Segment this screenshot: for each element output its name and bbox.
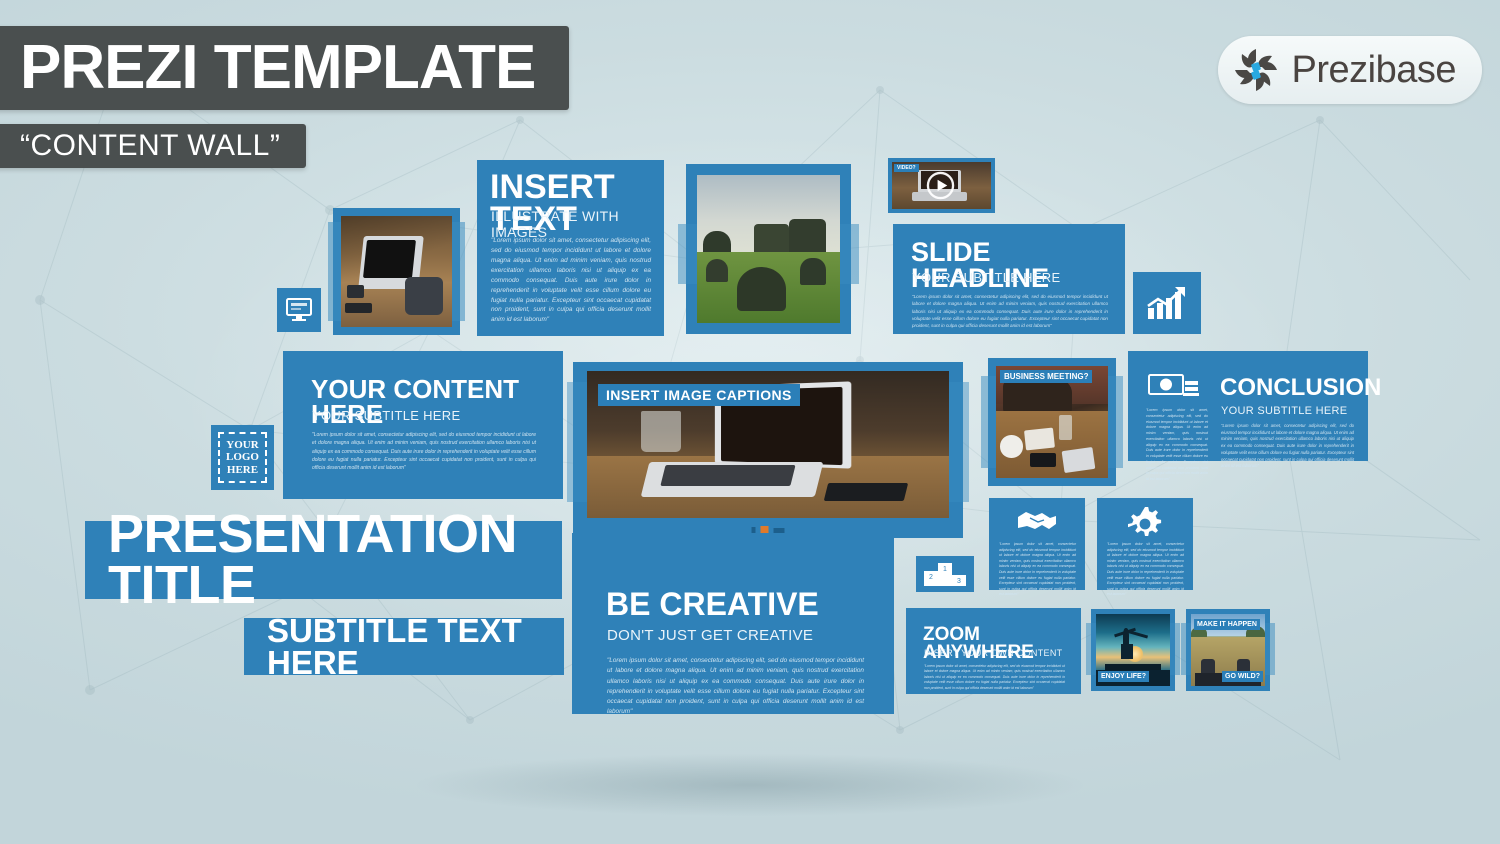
play-button-icon[interactable] [926, 171, 955, 200]
zoom-anywhere-body: "Lorem ipsum dolor sit amet, consectetur… [924, 664, 1065, 690]
zoom-anywhere-panel[interactable]: ZOOM ANYWHERE INSERT YOUR OWN CONTENT "L… [906, 608, 1081, 694]
growth-chart-icon [1147, 287, 1185, 319]
conclusion-panel[interactable]: CONCLUSION YOUR SUBTITLE HERE "Lorem ips… [1128, 351, 1381, 481]
insert-text-body: "Lorem ipsum dolor sit amet, consectetur… [491, 237, 651, 324]
be-creative-panel[interactable]: BE CREATIVE DON'T JUST GET CREATIVE "Lor… [572, 533, 894, 715]
stone-photo [697, 175, 840, 323]
video-thumbnail-frame[interactable]: VIDEO? [888, 158, 995, 213]
gear-icon [1128, 507, 1162, 536]
business-meeting-caption: BUSINESS MEETING? [1000, 370, 1093, 383]
your-content-subtitle: YOUR SUBTITLE HERE [312, 408, 461, 423]
page-title: PREZI TEMPLATE [0, 26, 570, 110]
image-caption-overlay: INSERT IMAGE CAPTIONS [598, 384, 800, 406]
page-subtitle-text: “CONTENT WALL” [20, 129, 281, 162]
prezibase-logo[interactable]: Prezibase [1217, 36, 1482, 104]
logo-placeholder-line1: YOUR [226, 439, 259, 452]
prezibase-wordmark: Prezibase [1291, 48, 1457, 92]
handshake-icon [1018, 512, 1056, 529]
page-subtitle: “CONTENT WALL” [0, 124, 307, 168]
gear-card[interactable]: "Lorem ipsum dolor sit amet, consectetur… [1097, 498, 1193, 596]
be-creative-subtitle: DON'T JUST GET CREATIVE [607, 627, 814, 644]
be-creative-body: "Lorem ipsum dolor sit amet, consectetur… [607, 657, 864, 716]
logo-placeholder-box: YOUR LOGO HERE [218, 432, 267, 483]
desk-photo [341, 216, 452, 327]
handshake-card[interactable]: "Lorem ipsum dolor sit amet, consectetur… [989, 498, 1085, 596]
business-meeting-frame: BUSINESS MEETING? [981, 358, 1123, 486]
conclusion-side-body: "Lorem ipsum dolor sit amet, consectetur… [1146, 408, 1208, 481]
presentation-title-panel[interactable]: PRESENTATION TITLE [85, 507, 562, 612]
podium-card[interactable]: 1 2 3 [916, 556, 974, 592]
conclusion-body: "Lorem ipsum dolor sit amet, consectetur… [1221, 423, 1354, 469]
be-creative-title: BE CREATIVE [606, 586, 819, 622]
insert-text-panel[interactable]: INSERT TEXT ILLUSTRATE WITH IMAGES "Lore… [477, 160, 664, 336]
handshake-body: "Lorem ipsum dolor sit amet, consectetur… [999, 542, 1076, 597]
logo-placeholder-card[interactable]: YOUR LOGO HERE [211, 425, 274, 490]
logo-placeholder-line3: HERE [226, 463, 259, 476]
laptop-slide-frame[interactable]: INSERT IMAGE CAPTIONS [567, 362, 969, 538]
growth-chart-card[interactable] [1133, 272, 1201, 334]
enjoy-life-caption: ENJOY LIFE? [1098, 671, 1149, 682]
slide-headline-panel[interactable]: SLIDE HEADLINE YOUR SUBTITLE HERE "Lorem… [893, 224, 1125, 334]
video-caption: VIDEO? [894, 164, 919, 172]
monitor-icon-card[interactable] [277, 288, 321, 332]
money-cash-icon [1148, 374, 1199, 396]
zoom-anywhere-subtitle: INSERT YOUR OWN CONTENT [924, 648, 1063, 658]
logo-placeholder-line2: LOGO [225, 451, 259, 464]
slide-headline-body: "Lorem ipsum dolor sit amet, consectetur… [912, 294, 1108, 329]
enjoy-life-frame: ENJOY LIFE? [1086, 609, 1180, 691]
desk-photo-frame [328, 208, 465, 335]
prezibase-pinwheel-icon [1234, 49, 1277, 91]
page-title-text: PREZI TEMPLATE [20, 33, 536, 102]
svg-text:2: 2 [929, 574, 933, 581]
desktop-monitor-icon [286, 298, 312, 321]
logo-brand-prefix: Prezi [1291, 48, 1377, 91]
svg-text:1: 1 [943, 566, 947, 573]
floor-shadow [270, 740, 1230, 830]
conclusion-title: CONCLUSION [1220, 374, 1382, 401]
slide-headline-subtitle: YOUR SUBTITLE HERE [912, 270, 1061, 285]
subtitle-text-panel[interactable]: SUBTITLE TEXT HERE [244, 612, 564, 681]
make-it-happen-caption: MAKE IT HAPPEN [1194, 619, 1260, 630]
presentation-title-text: PRESENTATION TITLE [108, 503, 518, 615]
logo-brand-suffix: base [1375, 48, 1457, 91]
gear-body: "Lorem ipsum dolor sit amet, consectetur… [1107, 542, 1184, 597]
your-content-body: "Lorem ipsum dolor sit amet, consectetur… [312, 432, 536, 471]
podium-ranking-icon: 1 2 3 [924, 563, 966, 586]
go-wild-frame: MAKE IT HAPPEN GO WILD? [1181, 609, 1275, 691]
conclusion-subtitle: YOUR SUBTITLE HERE [1221, 405, 1348, 417]
your-content-panel[interactable]: YOUR CONTENT HERE YOUR SUBTITLE HERE "Lo… [283, 351, 563, 499]
stone-photo-frame [678, 164, 859, 334]
svg-text:3: 3 [957, 578, 961, 585]
go-wild-caption: GO WILD? [1222, 671, 1263, 682]
subtitle-text-label: SUBTITLE TEXT HERE [267, 612, 522, 681]
